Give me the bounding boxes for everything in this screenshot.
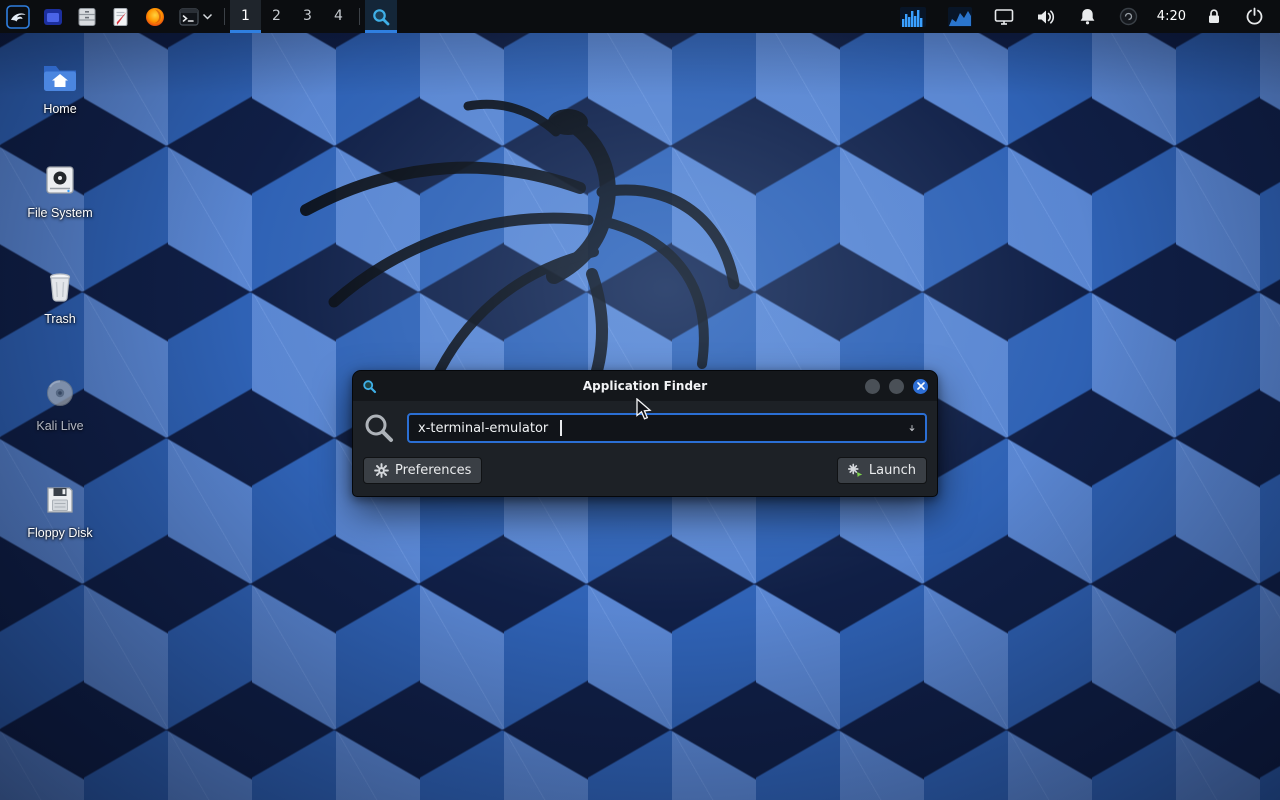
window-title: Application Finder [423,379,867,393]
close-icon [917,382,925,390]
terminal-launcher[interactable] [172,0,202,33]
gear-icon [374,463,389,478]
desktop-icon-floppy-disk[interactable]: Floppy Disk [12,480,108,541]
panel-separator [224,8,225,25]
search-dropdown-button[interactable] [902,418,922,438]
search-icon [363,412,395,444]
desktop-icon-label: Trash [44,312,76,326]
app-finder-window-icon [362,379,377,394]
home-folder-icon [40,57,80,95]
kali-menu-button[interactable] [0,0,36,33]
firefox-icon [144,6,166,28]
workspace-button-1[interactable]: 1 [230,0,261,33]
network-graph-applet[interactable] [942,7,978,27]
search-icon [371,7,391,27]
terminal-icon [178,6,200,28]
volume-icon [1036,8,1056,26]
panel-separator [359,8,360,25]
app-finder-panel-button[interactable] [365,0,397,33]
minimize-button[interactable] [865,379,880,394]
network-graph-icon [948,7,972,27]
file-system-drive-icon [41,161,79,199]
launch-button[interactable]: Launch [837,457,927,484]
text-caret [560,420,562,436]
status-circle-icon [1119,7,1138,26]
text-editor-launcher[interactable] [104,0,138,33]
top-panel: 1 2 3 4 [0,0,1280,33]
cpu-graph-applet[interactable] [894,7,932,27]
bell-icon [1078,7,1097,26]
system-tray: 4:20 [894,0,1280,33]
file-cabinet-icon [76,6,98,28]
desktop-icon-home[interactable]: Home [12,56,108,117]
cpu-graph-icon [900,7,926,27]
clock-applet[interactable]: 4:20 [1154,9,1189,24]
file-manager-launcher[interactable] [70,0,104,33]
workspace-button-3[interactable]: 3 [292,0,323,33]
launch-run-icon [848,463,863,478]
arrow-down-icon [908,421,916,435]
trash-icon [41,267,79,305]
window-body: Preferences Launch [353,401,937,496]
search-input[interactable] [407,413,927,443]
firefox-launcher[interactable] [138,0,172,33]
status-circle-applet[interactable] [1113,7,1144,26]
floppy-disk-icon [41,481,79,519]
workspace-button-2[interactable]: 2 [261,0,292,33]
desktop-icon-label: File System [27,206,92,220]
workspace-button-4[interactable]: 4 [323,0,354,33]
power-icon [1245,7,1264,26]
optical-disc-icon [41,374,79,412]
maximize-button[interactable] [889,379,904,394]
logout-button[interactable] [1239,7,1270,26]
lock-icon [1205,7,1223,26]
search-field-wrapper [407,413,927,443]
volume-applet[interactable] [1030,8,1062,26]
notifications-applet[interactable] [1072,7,1103,26]
workspace-switcher: 1 2 3 4 [230,0,354,33]
window-titlebar[interactable]: Application Finder [353,371,937,401]
window-manager-launcher[interactable] [36,0,70,33]
lock-screen-button[interactable] [1199,7,1229,26]
desktop-icon-label: Floppy Disk [27,526,92,540]
display-icon [994,8,1014,26]
terminal-dropdown-button[interactable] [202,0,219,33]
preferences-button-label: Preferences [395,463,471,478]
launch-button-label: Launch [869,463,916,478]
close-button[interactable] [913,379,928,394]
blue-window-icon [42,6,64,28]
desktop-icon-label: Kali Live [36,419,83,433]
desktop-icon-file-system[interactable]: File System [12,160,108,221]
desktop-icon-kali-live[interactable]: Kali Live [12,373,108,434]
display-settings-applet[interactable] [988,8,1020,26]
desktop-screen: 1 2 3 4 [0,0,1280,800]
preferences-button[interactable]: Preferences [363,457,482,484]
text-editor-icon [110,6,132,28]
kali-logo-icon [6,5,30,29]
desktop-icon-label: Home [43,102,76,116]
application-finder-window: Application Finder [352,370,938,497]
desktop-icon-trash[interactable]: Trash [12,266,108,327]
window-controls [865,379,928,394]
chevron-down-icon [202,11,213,22]
